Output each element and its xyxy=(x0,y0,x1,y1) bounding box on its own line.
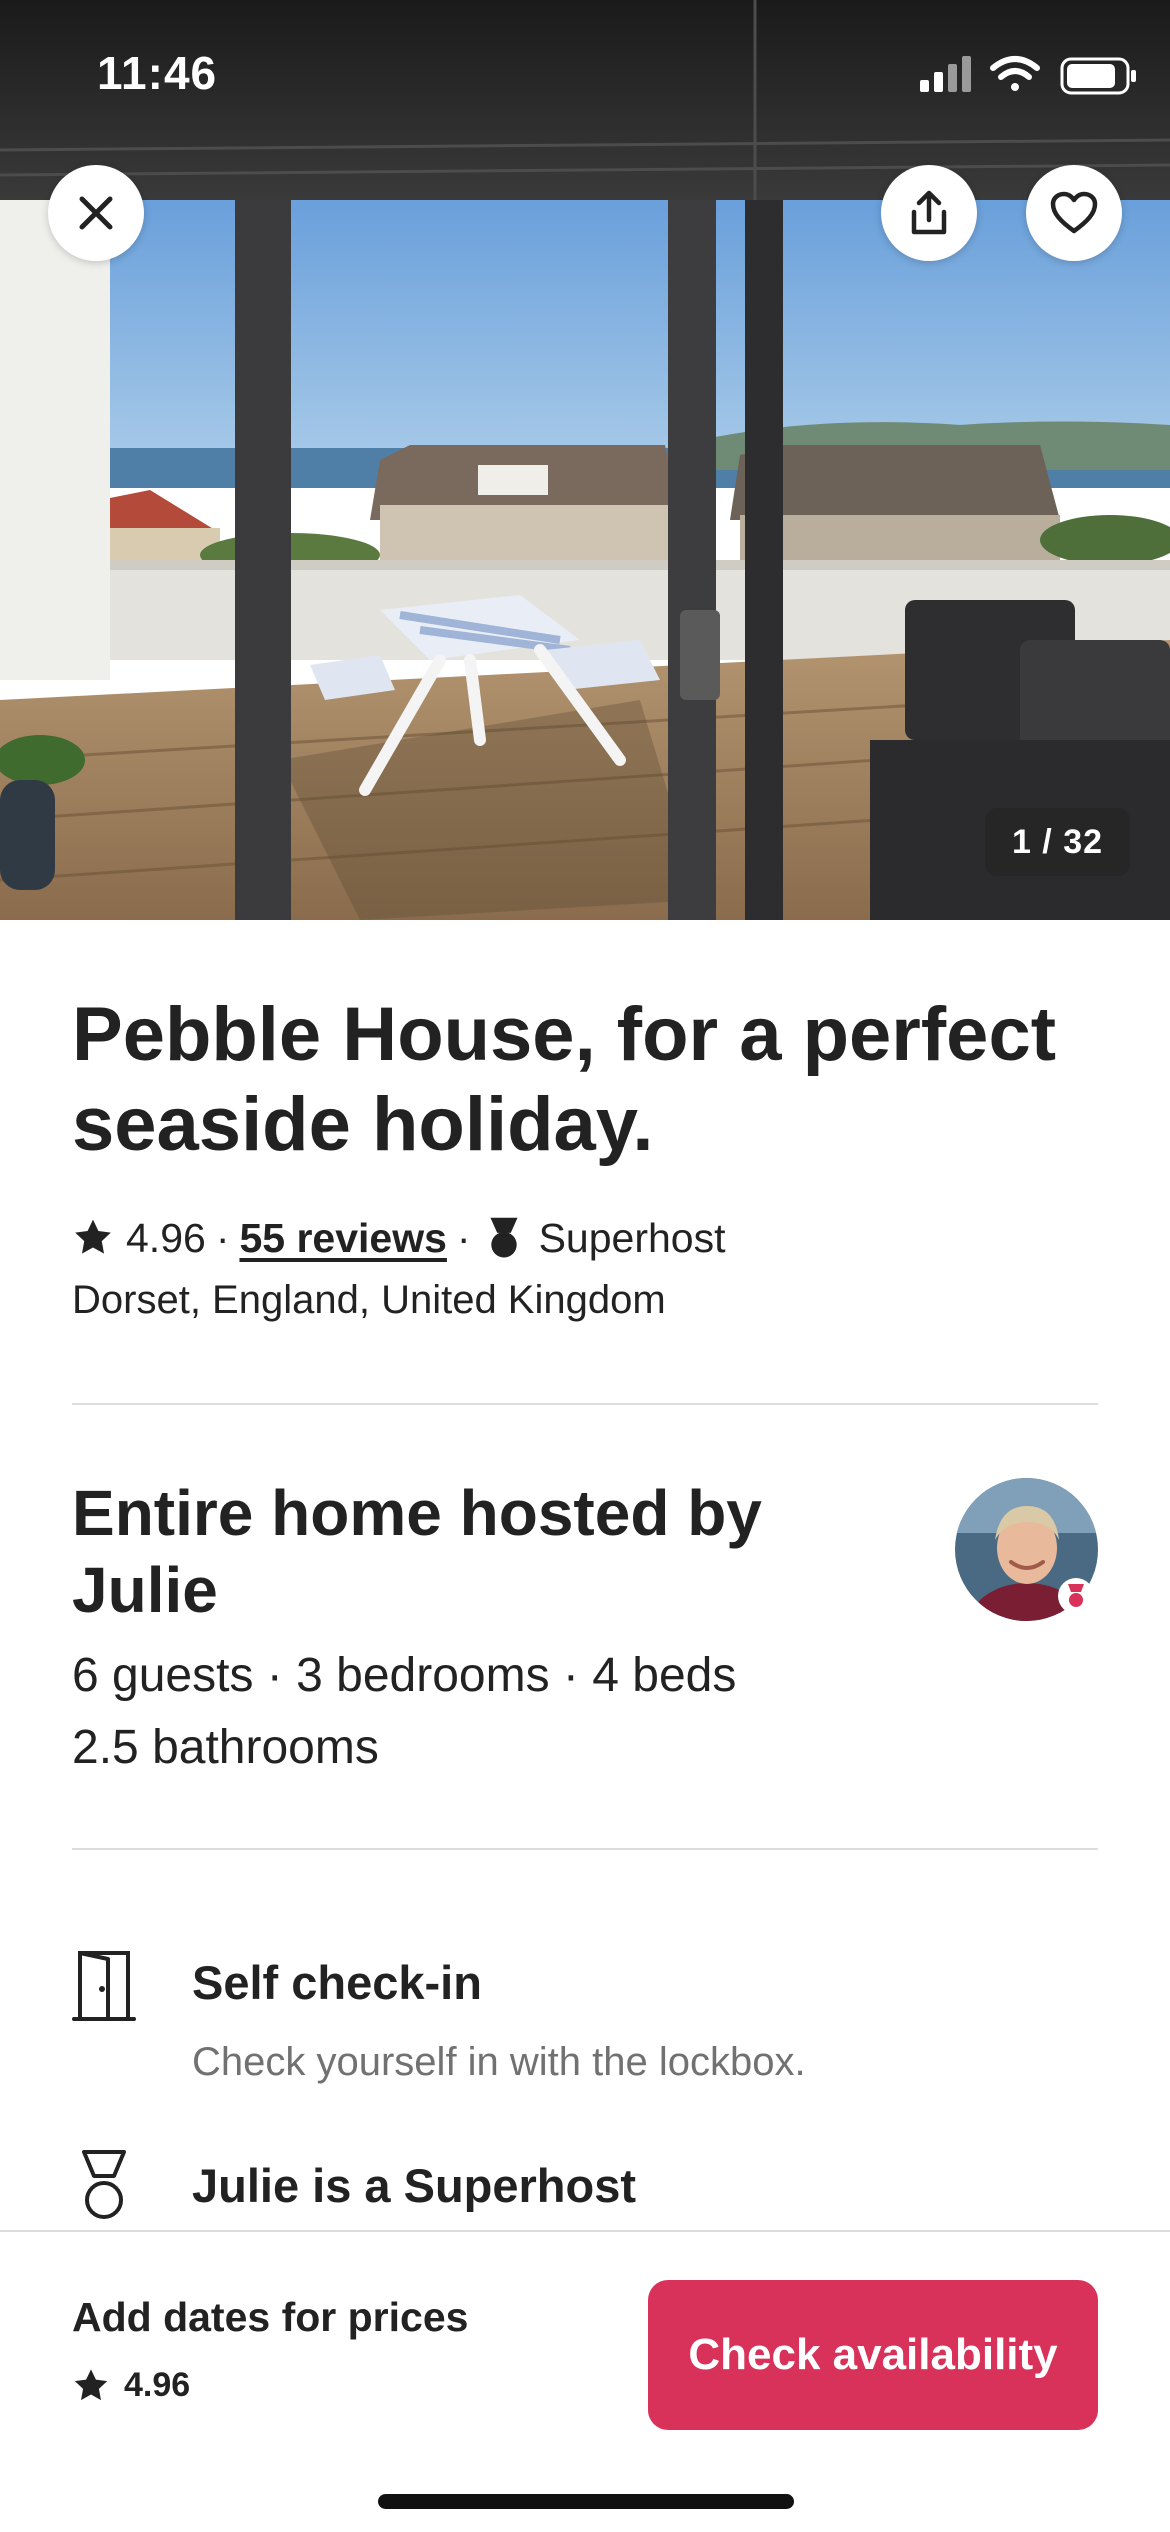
status-bar: 11:46 xyxy=(0,0,1170,140)
booking-footer: Add dates for prices 4.96 Check availabi… xyxy=(0,2230,1170,2532)
home-details: 6 guests · 3 bedrooms · 4 beds 2.5 bathr… xyxy=(72,1640,736,1784)
listing-location[interactable]: Dorset, England, United Kingdom xyxy=(72,1278,666,1323)
status-time: 11:46 xyxy=(97,47,218,99)
listing-photo-gallery[interactable]: 11:46 1 / 32 xyxy=(0,0,1170,920)
medal-icon xyxy=(82,2150,126,2219)
cellular-signal-icon xyxy=(920,56,971,92)
close-icon xyxy=(79,196,113,230)
check-availability-button[interactable]: Check availability xyxy=(648,2280,1098,2430)
divider xyxy=(72,1403,1098,1405)
close-button[interactable] xyxy=(48,165,144,261)
reviews-link[interactable]: 55 reviews xyxy=(239,1215,446,1262)
share-icon xyxy=(911,190,947,235)
photo-counter: 1 / 32 xyxy=(985,808,1130,876)
separator: · xyxy=(456,1214,471,1261)
star-icon xyxy=(74,2368,108,2400)
host-heading: Entire home hosted by Julie xyxy=(72,1477,762,1626)
bathrooms-line: 2.5 bathrooms xyxy=(72,1721,379,1774)
footer-rating: 4.96 xyxy=(72,2366,190,2405)
capacity-line: 6 guests · 3 bedrooms · 4 beds xyxy=(72,1649,737,1702)
battery-icon xyxy=(1060,57,1136,95)
feature-title: Self check-in xyxy=(192,1956,482,2009)
rating-value: 4.96 xyxy=(126,1214,206,1261)
feature-title: Julie is a Superhost xyxy=(192,2159,637,2212)
footer-rating-value: 4.96 xyxy=(124,2366,191,2404)
save-button[interactable] xyxy=(1026,165,1122,261)
home-indicator[interactable] xyxy=(378,2494,794,2509)
superhost-badge: Superhost xyxy=(538,1214,726,1261)
feature-subtitle: Check yourself in with the lockbox. xyxy=(192,2040,806,2084)
host-avatar[interactable] xyxy=(955,1478,1098,1621)
add-dates-label[interactable]: Add dates for prices xyxy=(72,2294,468,2341)
star-icon xyxy=(75,1219,111,1254)
superhost-medal-icon xyxy=(490,1217,518,1258)
superhost-avatar-badge xyxy=(1058,1578,1094,1614)
heart-icon xyxy=(1050,191,1098,234)
divider xyxy=(72,1848,1098,1850)
door-icon xyxy=(72,1951,136,2021)
wifi-icon xyxy=(990,56,1040,91)
status-icons xyxy=(920,56,1136,95)
listing-title: Pebble House, for a perfect seaside holi… xyxy=(72,992,1057,1167)
rating-row: 4.96 · 55 reviews · Superhost xyxy=(72,1210,725,1266)
share-button[interactable] xyxy=(881,165,977,261)
separator: · xyxy=(215,1214,230,1261)
